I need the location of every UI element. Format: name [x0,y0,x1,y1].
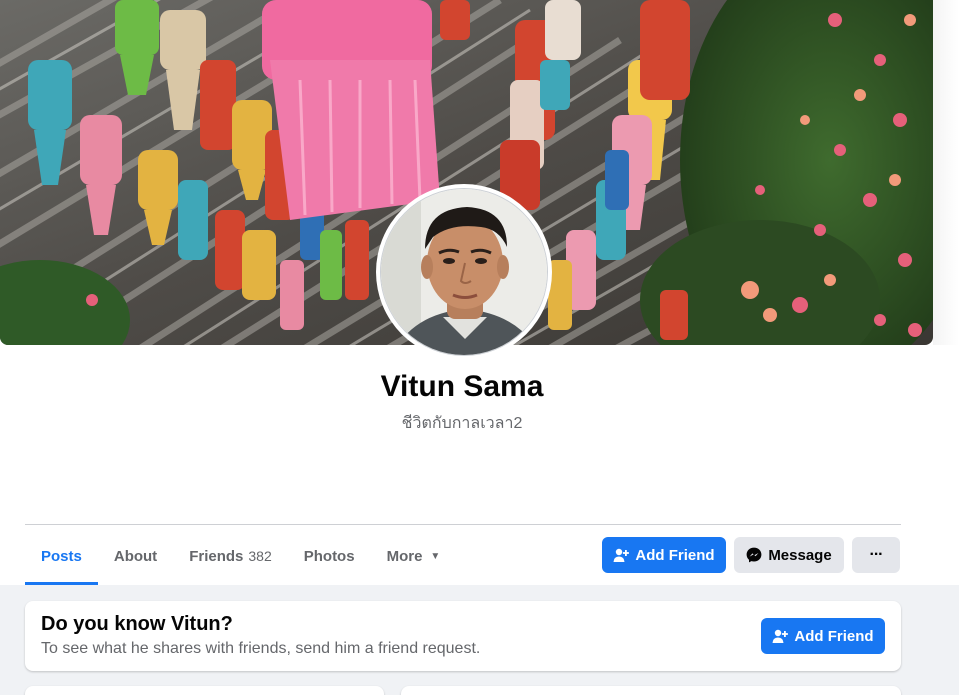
friend-request-card: Do you know Vitun? To see what he shares… [25,601,901,671]
message-button[interactable]: Message [734,537,844,573]
card-add-friend-button[interactable]: Add Friend [761,618,885,654]
profile-name: Vitun Sama [380,370,544,403]
tab-friends[interactable]: Friends 382 [173,527,288,585]
add-friend-button[interactable]: Add Friend [602,537,726,573]
tab-photos[interactable]: Photos [288,527,371,585]
tab-label: More [386,547,423,565]
card-title: Do you know Vitun? [41,613,233,635]
more-options-button[interactable]: ··· [852,537,900,573]
profile-bio: ชีวิตกับกาลเวลา2 [401,415,523,432]
friends-count: 382 [248,548,272,564]
tab-more[interactable]: More ▼ [371,527,457,585]
tab-label: Posts [41,547,82,565]
posts-card [401,686,901,695]
card-add-friend-label: Add Friend [794,627,874,645]
messenger-icon [746,547,762,563]
tab-posts[interactable]: Posts [25,527,98,585]
cover-edge [933,0,959,345]
tab-label: Photos [303,547,355,565]
profile-tabs: Posts About Friends 382 Photos More ▼ [25,527,456,585]
divider [25,524,901,525]
add-user-icon [772,628,789,644]
tab-about[interactable]: About [98,527,173,585]
caret-down-icon: ▼ [430,550,441,562]
intro-card [25,686,384,695]
profile-avatar-ring[interactable] [376,184,552,360]
tab-label: Friends [189,547,244,565]
add-friend-label: Add Friend [635,546,715,564]
avatar[interactable] [380,188,548,356]
tab-label: About [113,547,158,565]
add-user-icon [613,547,630,563]
more-options-icon: ··· [869,546,884,563]
card-subtitle: To see what he shares with friends, send… [41,640,481,657]
message-label: Message [768,546,832,564]
